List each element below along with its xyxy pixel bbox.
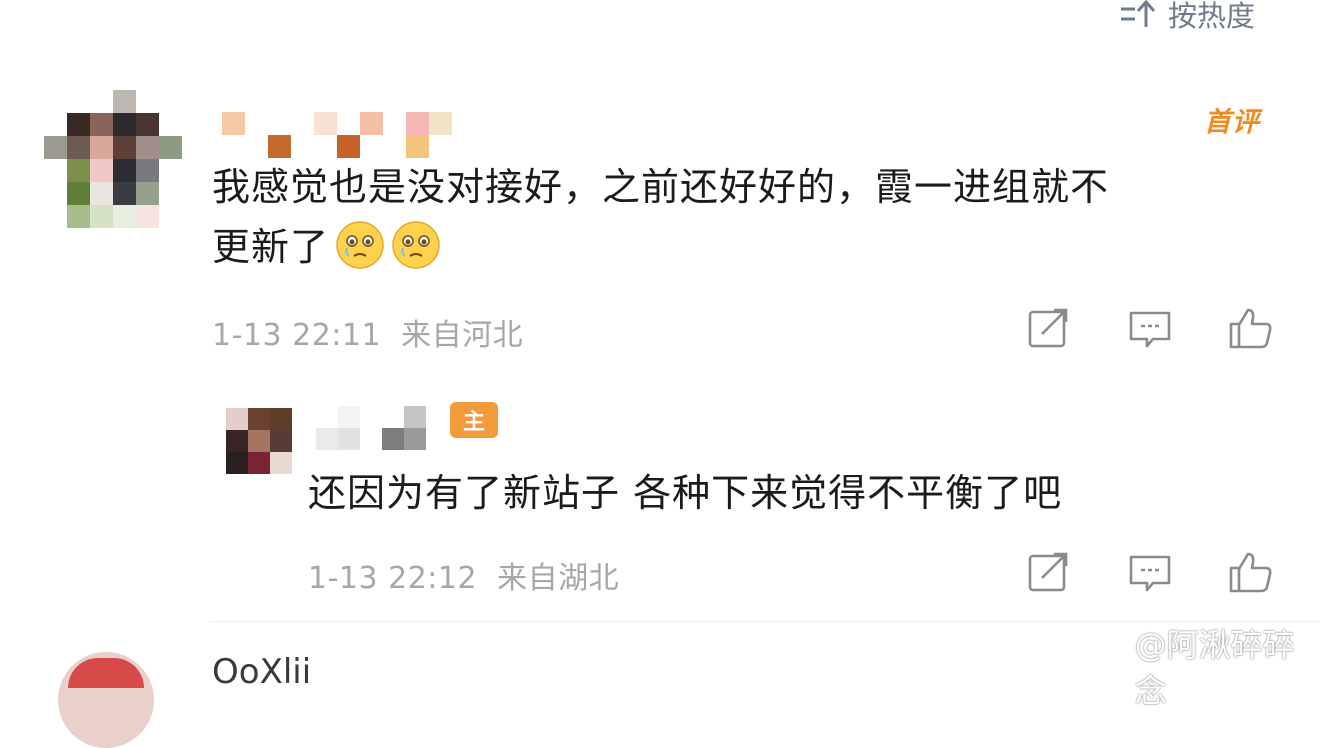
reply-time: 1-13 22:12 [308,561,478,596]
comment-icon[interactable] [1126,548,1174,596]
sort-icon [1118,0,1158,31]
username-redacted[interactable] [222,112,452,158]
comment-text-line-1: 我感觉也是没对接好，之前还好好的，霞一进组就不 [212,165,1110,209]
first-comment-badge: 首评 [1204,107,1260,138]
share-icon[interactable] [1024,548,1072,596]
like-icon[interactable] [1226,548,1274,596]
comment-location: 来自河北 [401,318,524,353]
reply-location: 来自湖北 [497,561,620,596]
avatar[interactable] [226,408,292,474]
reply-meta: 1-13 22:12 来自湖北 [308,553,619,597]
like-icon[interactable] [1226,304,1274,352]
sort-by-hot-button[interactable]: 按热度 [1118,0,1255,34]
crying-face-emoji [391,220,441,270]
username-redacted[interactable] [316,406,426,450]
comment-text-line-2-text: 更新了 [212,225,330,269]
sort-label: 按热度 [1168,0,1256,33]
avatar[interactable] [44,90,182,228]
watermark-text: @阿湫碎碎念 [1134,626,1295,710]
avatar[interactable] [58,652,154,748]
weibo-logo-icon [1090,653,1126,681]
reply-text: 还因为有了新站子 各种下来觉得不平衡了吧 [308,471,1063,515]
comment-icon[interactable] [1126,304,1174,352]
comment-time: 1-13 22:11 [212,318,382,353]
crying-face-emoji [335,220,385,270]
comment-text-line-2: 更新了 [212,220,1292,274]
username[interactable]: OoXlii [212,652,311,692]
watermark: @阿湫碎碎念 [1090,620,1320,712]
comment-meta: 1-13 22:11 来自河北 [212,310,523,354]
comment-text: 我感觉也是没对接好，之前还好好的，霞一进组就不 更新了 [212,160,1292,274]
share-icon[interactable] [1024,304,1072,352]
author-badge: 主 [450,402,498,438]
